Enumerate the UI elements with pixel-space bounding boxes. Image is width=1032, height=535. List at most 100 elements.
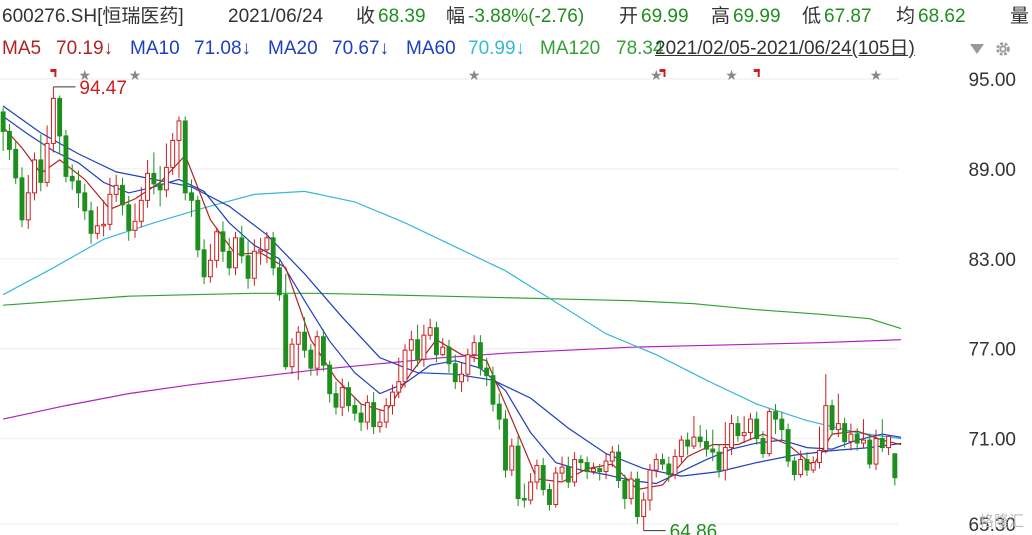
candle	[333, 381, 339, 415]
candle	[823, 374, 829, 454]
candle	[50, 86, 56, 153]
candle	[327, 360, 333, 403]
candle	[685, 432, 691, 456]
candle	[528, 473, 534, 505]
gear-icon[interactable]	[994, 40, 1012, 58]
candle	[446, 339, 452, 373]
date-range-label[interactable]: 2021/02/05-2021/06/24(105日)	[655, 34, 915, 64]
high-value: 69.99	[733, 6, 781, 27]
star-marker-icon[interactable]: ★	[725, 67, 738, 83]
candle	[810, 456, 816, 474]
flag-marker-icon[interactable]	[50, 69, 57, 77]
candle	[94, 206, 100, 240]
avg-value: 68.62	[918, 6, 966, 27]
candle	[383, 398, 389, 429]
volume-label: 量	[1010, 6, 1030, 27]
star-marker-icon[interactable]: ★	[870, 67, 883, 83]
candle	[641, 492, 647, 531]
candle	[346, 381, 351, 412]
candle	[201, 239, 207, 285]
quote-date: 2021/06/24	[228, 6, 324, 27]
candle	[672, 449, 678, 480]
ma5-line	[2, 126, 902, 491]
stock-symbol[interactable]: 600276.SH[恒瑞医药]	[2, 0, 184, 34]
candle	[678, 435, 684, 463]
candle	[616, 444, 621, 489]
candle	[157, 165, 163, 207]
open-value: 69.99	[641, 6, 689, 27]
candle	[496, 393, 502, 430]
candle	[352, 396, 358, 421]
candle	[829, 399, 835, 436]
candle	[57, 95, 63, 154]
candle	[534, 459, 540, 490]
candle	[697, 425, 703, 448]
low-label: 低	[802, 6, 822, 27]
low-value: 67.87	[824, 6, 872, 27]
candle	[628, 471, 634, 505]
ma20-line	[2, 105, 902, 477]
candle	[270, 231, 276, 276]
candle	[547, 483, 552, 511]
candle	[704, 429, 709, 457]
candle	[19, 167, 25, 228]
candle	[817, 426, 822, 469]
candle	[515, 435, 521, 507]
change-value: -3.88%(-2.76)	[468, 6, 585, 27]
dropdown-triangle-icon[interactable]	[970, 44, 984, 54]
candle	[785, 423, 791, 468]
candles	[0, 86, 898, 531]
candle	[358, 404, 364, 432]
ma10-value: 71.08↓	[194, 38, 252, 59]
candle	[565, 456, 571, 489]
candle	[660, 453, 665, 471]
candle	[239, 225, 245, 264]
candle	[427, 318, 433, 340]
ma10-label: MA10	[130, 38, 180, 59]
candle	[163, 143, 169, 198]
star-marker-icon[interactable]: ★	[129, 67, 142, 83]
y-tick-label: 83.00	[968, 250, 1016, 271]
candlestick-chart[interactable]: ★ ★ ★ ★ ★ ★ 94.4764.86 95.0089.0083.0077.0071…	[0, 64, 1032, 535]
ma20-label: MA20	[268, 38, 318, 59]
candle	[289, 338, 295, 375]
watermark-logo: 格隆汇	[978, 513, 1024, 530]
change-label: 幅	[446, 6, 466, 27]
ma60-line	[2, 190, 902, 440]
flag-marker-icon[interactable]	[753, 69, 760, 77]
candle	[402, 344, 408, 388]
y-tick-label: 71.00	[968, 430, 1016, 451]
ma120-label: MA120	[540, 38, 601, 59]
candle	[258, 237, 264, 265]
close-value: 68.39	[378, 6, 426, 27]
low-annotation: 64.86	[670, 522, 718, 535]
y-axis: 95.0089.0083.0077.0071.0065.30	[968, 70, 1016, 535]
candle	[88, 201, 94, 244]
candle	[13, 140, 19, 184]
candle	[145, 159, 151, 208]
candle	[835, 393, 841, 438]
event-markers: ★ ★ ★ ★ ★ ★	[50, 67, 882, 83]
high-annotation: 94.47	[79, 78, 127, 99]
ma60-value: 70.99↓	[468, 38, 526, 59]
candle	[220, 221, 226, 262]
ma10-line	[2, 115, 902, 485]
candle	[433, 321, 439, 363]
candle	[484, 357, 490, 387]
candle	[747, 413, 753, 441]
candle	[32, 152, 37, 201]
candle	[553, 467, 559, 508]
candle	[653, 453, 659, 478]
candle	[766, 408, 772, 457]
ma20-value: 70.67↓	[332, 38, 390, 59]
open-label: 开	[619, 6, 639, 27]
candle	[195, 195, 201, 258]
quote-info-bar: 600276.SH[恒瑞医药] 2021/06/24 收 68.39 幅 -3.…	[0, 0, 1032, 34]
candle	[440, 338, 446, 357]
star-marker-icon[interactable]: ★	[468, 67, 481, 83]
candle	[302, 317, 308, 358]
candle	[44, 125, 50, 187]
candle	[371, 392, 377, 435]
candle	[867, 434, 873, 469]
candle	[722, 422, 728, 481]
